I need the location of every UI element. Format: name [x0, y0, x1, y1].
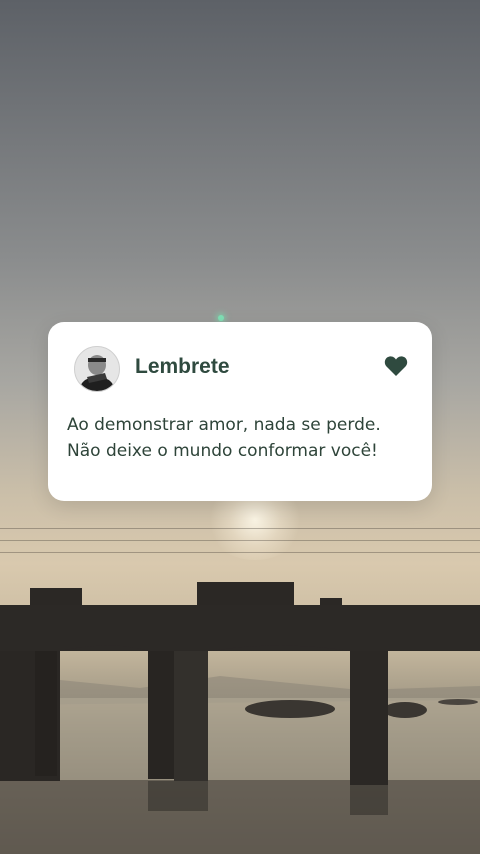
reminder-card: Lembrete Ao demonstrar amor, nada se per…	[48, 322, 432, 501]
message-line: Não deixe o mundo conformar você!	[67, 441, 378, 461]
background-photo: Lembrete Ao demonstrar amor, nada se per…	[0, 0, 480, 854]
avatar	[74, 346, 120, 392]
card-title: Lembrete	[135, 355, 230, 378]
card-message: Ao demonstrar amor, nada se perde. Não d…	[67, 412, 423, 464]
person-photo-icon	[75, 347, 119, 391]
message-line: Ao demonstrar amor, nada se perde.	[67, 415, 381, 435]
heart-icon[interactable]	[384, 355, 408, 377]
